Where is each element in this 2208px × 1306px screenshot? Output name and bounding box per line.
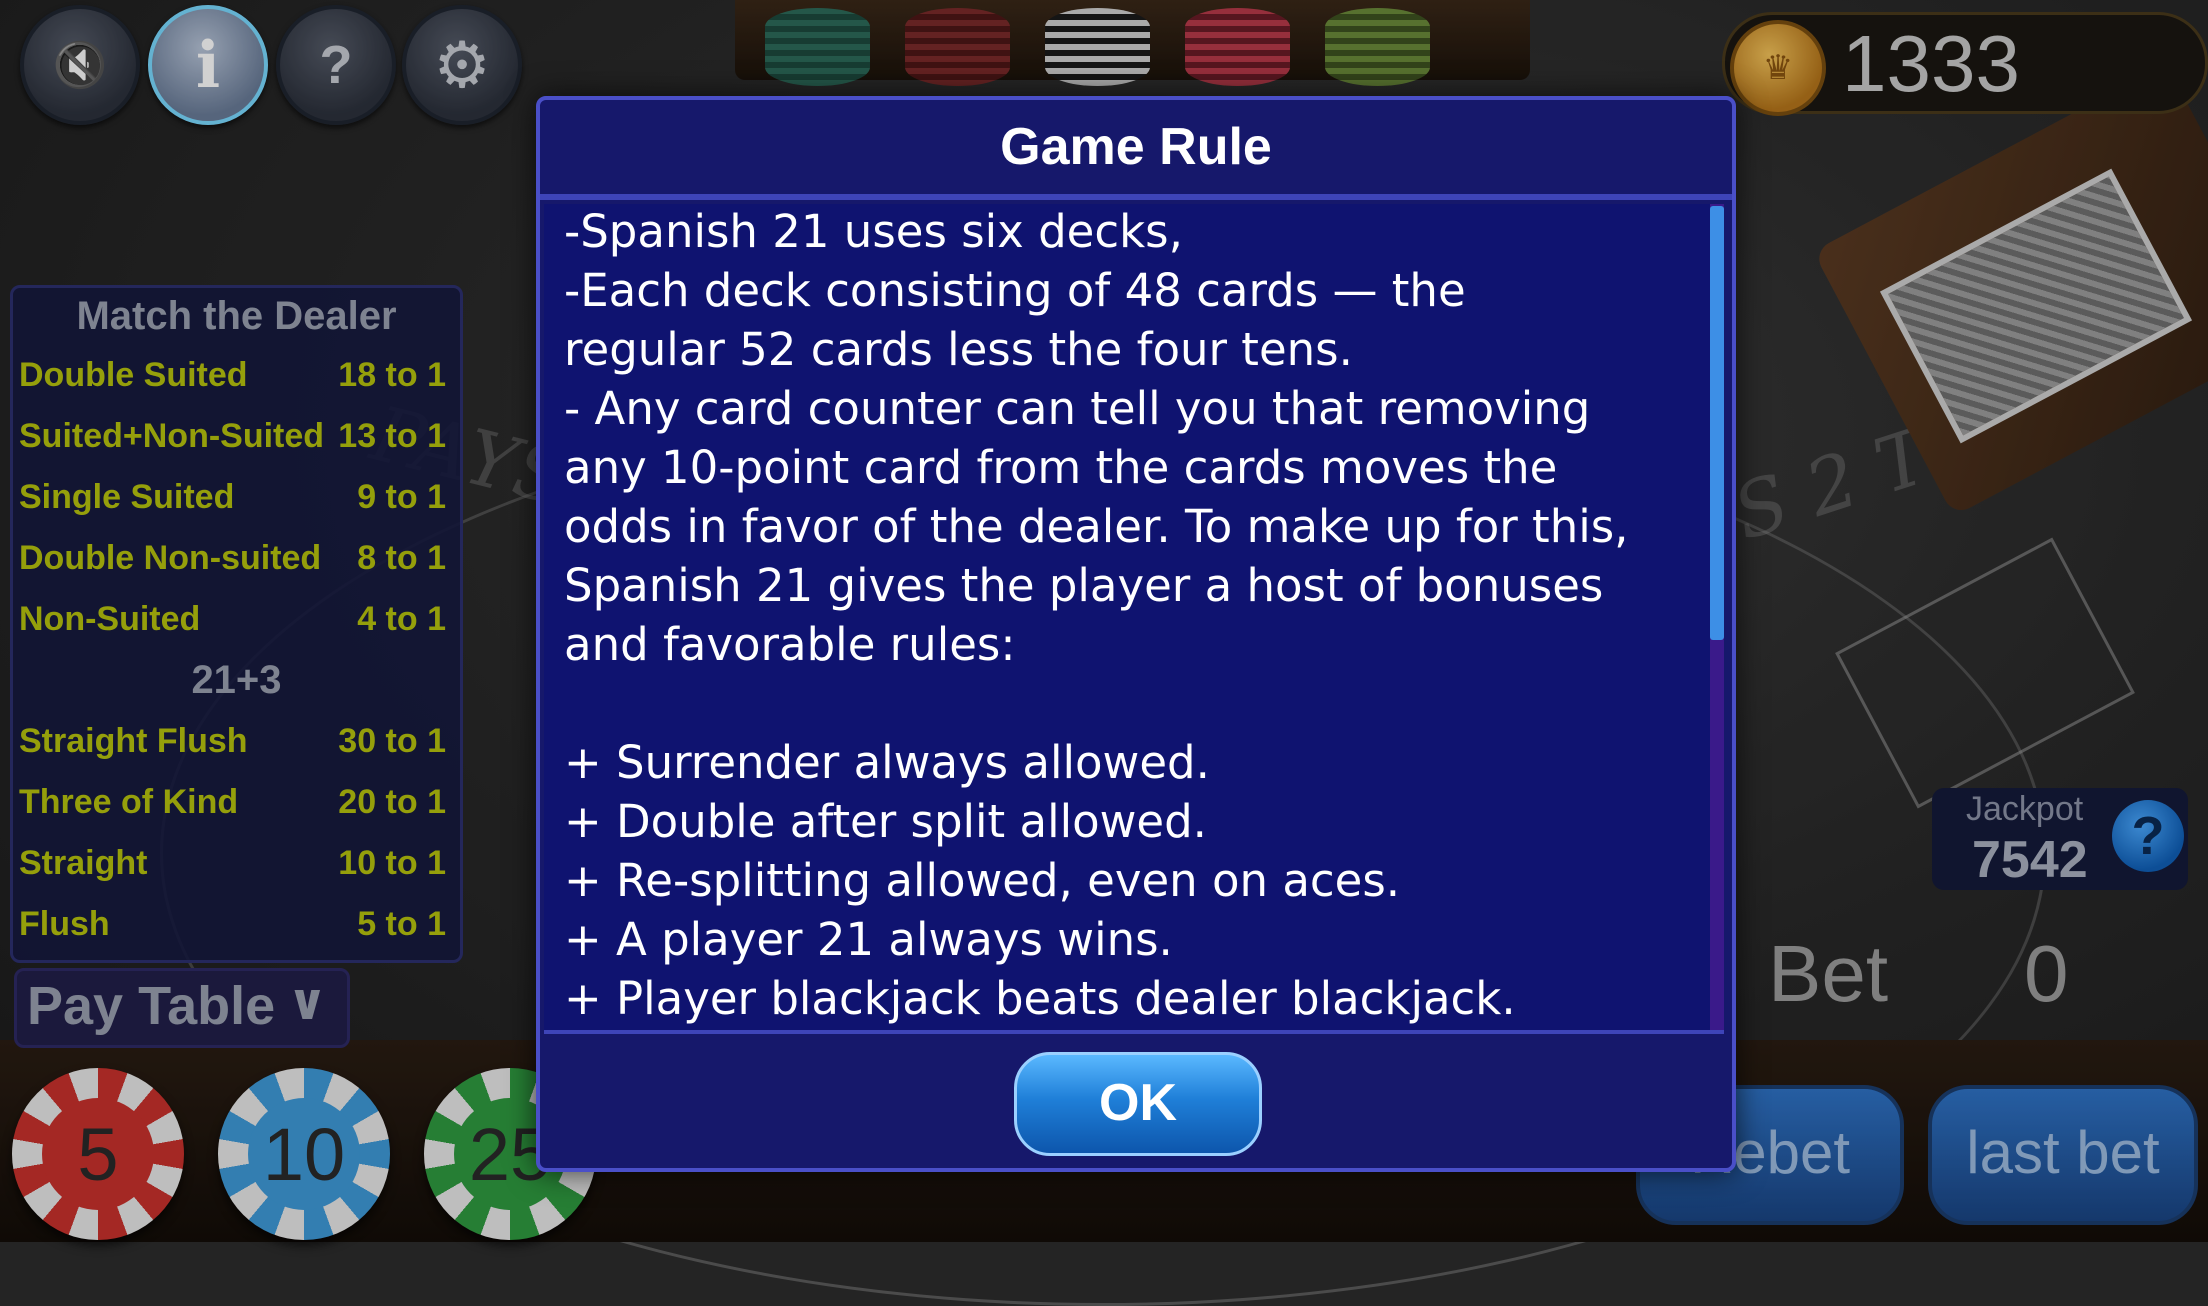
rule-line: -Spanish 21 uses six decks, [564, 205, 1183, 258]
rule-line [564, 674, 1704, 733]
rule-line: + A player 21 always wins. [564, 913, 1173, 966]
rule-line: Spanish 21 gives the player a host of bo… [564, 559, 1604, 612]
rule-line: regular 52 cards less the four tens. [564, 323, 1353, 376]
rule-line: + Surrender always allowed. [564, 736, 1210, 789]
rule-line: - Any card counter can tell you that rem… [564, 382, 1591, 435]
rule-line: any 10-point card from the cards moves t… [564, 441, 1558, 494]
ok-label: OK [1099, 1074, 1177, 1132]
ok-button[interactable]: OK [1014, 1052, 1262, 1156]
scrollbar-thumb[interactable] [1710, 206, 1724, 640]
rules-text: -Spanish 21 uses six decks, -Each deck c… [564, 202, 1704, 1028]
rule-line: + Re-splitting allowed, even on aces. [564, 854, 1401, 907]
game-rule-dialog: Game Rule -Spanish 21 uses six decks, -E… [536, 96, 1736, 1172]
rules-scroll-area[interactable]: -Spanish 21 uses six decks, -Each deck c… [544, 204, 1724, 1034]
rule-line: and favorable rules: [564, 618, 1016, 671]
title-divider [540, 194, 1732, 200]
dialog-title: Game Rule [1000, 118, 1272, 176]
rule-line: odds in favor of the dealer. To make up … [564, 500, 1629, 553]
rule-line: -Each deck consisting of 48 cards — the [564, 264, 1466, 317]
rule-line: + Player blackjack beats dealer blackjac… [564, 972, 1516, 1025]
rule-line: + Double after split allowed. [564, 795, 1207, 848]
